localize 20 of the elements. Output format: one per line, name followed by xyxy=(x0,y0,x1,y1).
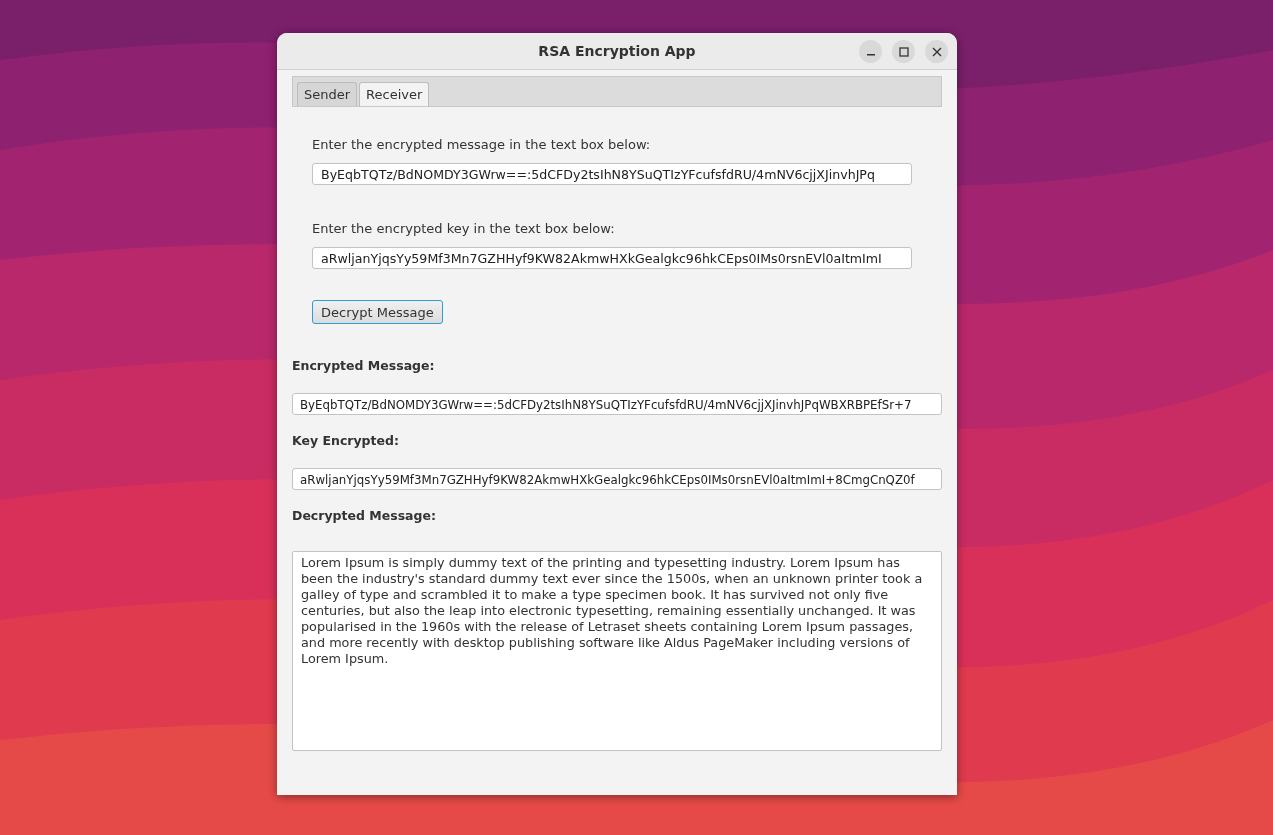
window-title: RSA Encryption App xyxy=(538,43,696,59)
close-button[interactable] xyxy=(925,40,948,63)
output-field[interactable]: ByEqbTQTz/BdNOMDY3GWrw==:5dCFDy2tsIhN8YSuQTIzYFcufsfdRU/4mNV6cjjXJinvhJPqWBXRBPEfSr+7 xyxy=(292,393,942,415)
tab[interactable]: Sender xyxy=(297,82,358,106)
minimize-button[interactable] xyxy=(859,40,882,63)
field-label: Enter the encrypted message in the text box below: xyxy=(312,137,652,152)
input-field[interactable]: aRwljanYjqsYy59Mf3Mn7GZHHyf9KW82AkmwHXkGealgkc96hkCEps0IMs0rsnEVl0aItmImI xyxy=(312,247,912,269)
field-label: Enter the encrypted key in the text box below: xyxy=(312,221,616,236)
field-label: Encrypted Message: xyxy=(292,358,436,373)
field-label: Decrypted Message: xyxy=(292,508,437,523)
tab[interactable]: Receiver xyxy=(359,82,430,106)
close-icon xyxy=(931,46,942,57)
decrypt-button[interactable]: Decrypt Message xyxy=(312,300,443,324)
maximize-icon xyxy=(898,46,909,57)
minimize-icon xyxy=(866,53,875,56)
maximize-button[interactable] xyxy=(892,40,915,63)
field-label: Key Encrypted: xyxy=(292,433,400,448)
input-field[interactable]: ByEqbTQTz/BdNOMDY3GWrw==:5dCFDy2tsIhN8YSuQTIzYFcufsfdRU/4mNV6cjjXJinvhJPq xyxy=(312,163,912,185)
output-field[interactable]: aRwljanYjqsYy59Mf3Mn7GZHHyf9KW82AkmwHXkGealgkc96hkCEps0IMs0rsnEVl0aItmImI+8CmgCnQZ0f xyxy=(292,468,942,490)
text-area[interactable]: Lorem Ipsum is simply dummy text of the printing and typesetting industry. Lorem Ipsum has been the industry's standard dummy text ever since the 1500s, when an unknown printer took a galley of type and scrambled it to make a type specimen book. It has survived not only five centuries, but also the leap into electronic typesetting, remaining essentially unchanged. It was popularised in the 1960s with the release of Letraset sheets containing Lorem Ipsum passages, and more recently with desktop publishing software like Aldus PageMaker including versions of Lorem Ipsum. xyxy=(292,551,942,751)
